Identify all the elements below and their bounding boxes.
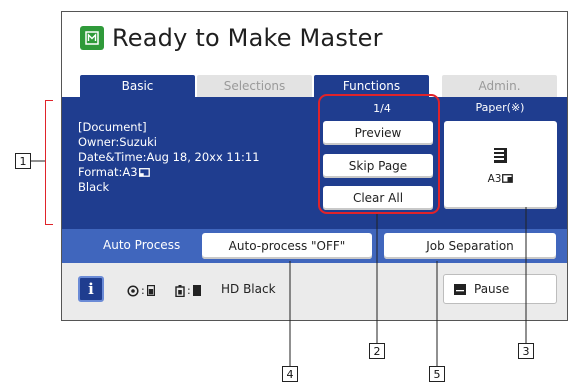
callout-number-3: 3 xyxy=(518,343,534,359)
callout-number-4: 4 xyxy=(282,366,298,382)
callout-number-5: 5 xyxy=(429,366,445,382)
callout-leaders xyxy=(31,160,527,366)
callout-number-2: 2 xyxy=(369,343,385,359)
callout-number-1: 1 xyxy=(15,153,31,169)
